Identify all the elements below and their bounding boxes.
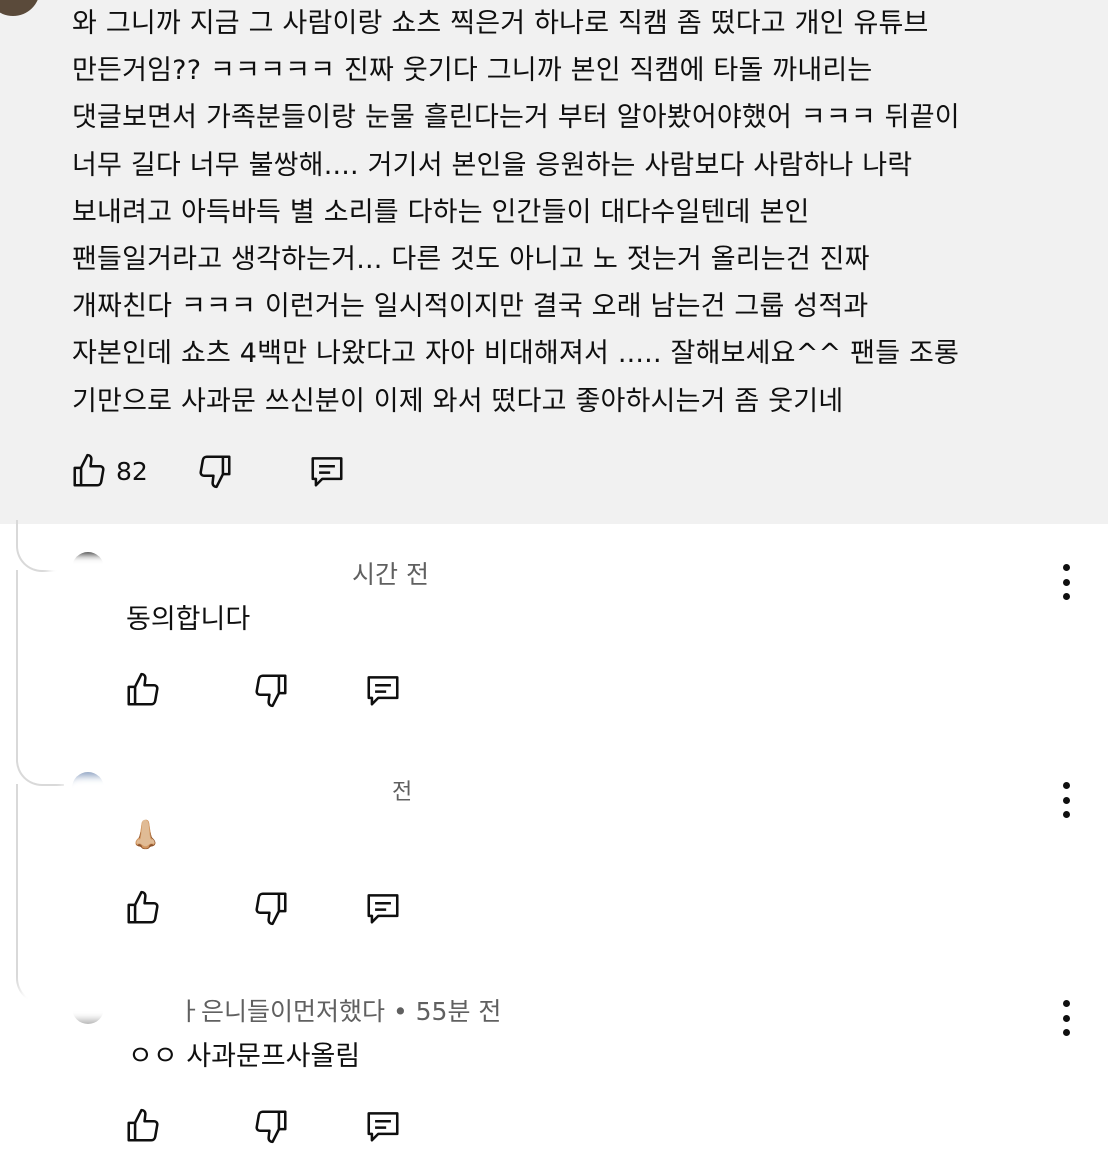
comment-icon[interactable] [364, 671, 402, 709]
redacted-username [20, 970, 192, 1020]
more-vert-icon[interactable] [1056, 564, 1076, 600]
main-comment-block: 와 그니까 지금 그 사람이랑 쇼츠 찍은거 하나로 직캠 좀 떴다고 개인 유… [0, 0, 1108, 524]
more-vert-icon[interactable] [1056, 1000, 1076, 1036]
thumbs-down-icon[interactable] [252, 1107, 290, 1145]
reply-meta: ㅏ은니들이먼저했다 • 55분 전 [178, 997, 502, 1026]
reply-meta: 시간 전 [352, 560, 429, 589]
reply-actions [124, 1107, 402, 1145]
redacted-username [60, 776, 412, 824]
thumbs-up-icon[interactable] [124, 671, 162, 709]
thumbs-down-icon[interactable] [252, 889, 290, 927]
comment-icon[interactable] [308, 452, 346, 490]
comment-icon[interactable] [364, 889, 402, 927]
thumbs-down-icon[interactable] [196, 452, 234, 490]
more-vert-icon[interactable] [1056, 782, 1076, 818]
comment-icon[interactable] [364, 1107, 402, 1145]
reply-actions [124, 671, 402, 709]
reply-actions [124, 889, 402, 927]
thumbs-up-icon[interactable] [124, 1107, 162, 1145]
reply-text: 동의합니다 [126, 604, 251, 635]
reply-text: 👃🏼 [128, 818, 163, 851]
reply-meta: 전 [392, 780, 413, 805]
like-count: 82 [116, 456, 148, 486]
thread-connector [16, 570, 64, 786]
main-comment-actions: 82 [70, 452, 346, 490]
thumbs-down-icon[interactable] [252, 671, 290, 709]
main-comment-text: 와 그니까 지금 그 사람이랑 쇼츠 찍은거 하나로 직캠 좀 떴다고 개인 유… [72, 8, 960, 417]
main-comment-avatar[interactable] [0, 0, 40, 16]
thumbs-up-icon[interactable] [124, 889, 162, 927]
reply-text: ㅇㅇ 사과문프사올림 [128, 1041, 361, 1072]
thumbs-up-icon[interactable] [70, 452, 108, 490]
